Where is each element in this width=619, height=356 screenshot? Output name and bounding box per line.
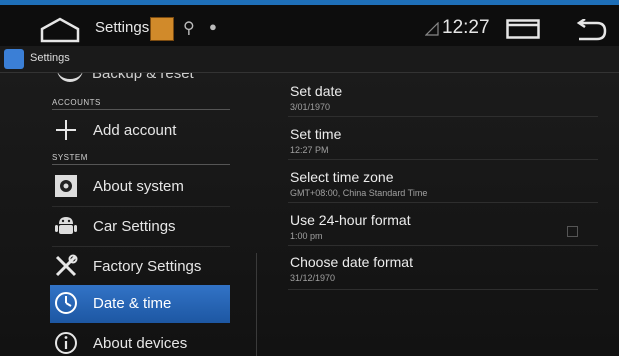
recent-apps-icon[interactable] — [506, 19, 540, 39]
section-accounts: ACCOUNTS — [52, 98, 101, 107]
settings-app-icon — [4, 49, 24, 69]
android-icon — [55, 217, 77, 234]
sidebar-item-label: About system — [93, 178, 184, 195]
sidebar-item-label: Car Settings — [93, 218, 176, 235]
app-name: Settings — [30, 52, 70, 64]
signal-icon — [425, 22, 439, 36]
status-title: Settings — [95, 19, 150, 36]
sidebar-item-label: Add account — [93, 122, 177, 139]
app-bar: Settings — [0, 46, 619, 73]
setting-title: Select time zone — [290, 169, 394, 185]
setting-choose-date-format[interactable]: Choose date format 31/12/1970 — [290, 254, 598, 283]
sidebar-item-add-account[interactable]: Add account — [52, 113, 230, 149]
clock-icon — [55, 292, 77, 314]
sidebar-item-backup-reset[interactable]: Backup & reset — [92, 73, 194, 82]
tools-icon — [55, 254, 78, 277]
section-divider — [52, 109, 230, 110]
setting-title: Use 24-hour format — [290, 212, 411, 228]
settings-content: Backup & reset ACCOUNTS Add account SYST… — [0, 73, 619, 356]
setting-title: Set date — [290, 83, 343, 99]
settings-categories[interactable]: Backup & reset ACCOUNTS Add account SYST… — [0, 73, 258, 356]
android-debug-icon: ● — [209, 19, 217, 34]
setting-summary: 3/01/1970 — [290, 102, 331, 112]
sidebar-item-label: About devices — [93, 335, 188, 352]
usb-icon: ⚲ — [183, 20, 195, 37]
setting-summary: 31/12/1970 — [290, 273, 336, 283]
row-divider — [288, 116, 598, 117]
settings-notification-icon — [150, 17, 174, 41]
row-divider — [288, 159, 598, 160]
row-divider — [288, 245, 598, 246]
sidebar-item-label: Date & time — [93, 295, 172, 312]
info-icon — [55, 332, 77, 354]
row-divider — [52, 246, 230, 247]
sidebar-item-date-time[interactable]: Date & time — [50, 285, 230, 323]
setting-summary: 12:27 PM — [290, 145, 329, 155]
section-divider — [52, 164, 230, 165]
setting-summary: 1:00 pm — [290, 231, 323, 241]
status-clock: 12:27 — [442, 17, 490, 38]
date-time-settings: Set date 3/01/1970 Set time 12:27 PM Sel… — [288, 73, 598, 356]
setting-set-time[interactable]: Set time 12:27 PM — [290, 126, 598, 155]
setting-select-time-zone[interactable]: Select time zone GMT+08:00, China Standa… — [290, 169, 598, 198]
home-icon[interactable] — [40, 17, 80, 43]
pane-divider — [256, 253, 257, 356]
setting-set-date[interactable]: Set date 3/01/1970 — [290, 83, 598, 112]
24-hour-checkbox[interactable] — [567, 226, 578, 237]
sidebar-item-about-devices[interactable]: About devices — [52, 326, 230, 356]
status-bar: Settings ⚲ ● 12:27 — [0, 0, 619, 46]
row-divider — [52, 206, 230, 207]
setting-title: Choose date format — [290, 254, 413, 270]
sidebar-item-car-settings[interactable]: Car Settings — [52, 209, 230, 245]
sidebar-item-label: Factory Settings — [93, 258, 202, 275]
sidebar-item-about-system[interactable]: About system — [52, 169, 230, 205]
backup-icon — [57, 73, 83, 82]
section-system: SYSTEM — [52, 153, 88, 162]
setting-use-24-hour-format[interactable]: Use 24-hour format 1:00 pm — [290, 212, 598, 241]
row-divider — [288, 202, 598, 203]
back-icon[interactable] — [575, 19, 607, 41]
plus-icon — [56, 120, 76, 140]
setting-title: Set time — [290, 126, 342, 142]
gear-icon — [55, 175, 77, 197]
row-divider — [288, 289, 598, 290]
sidebar-item-factory-settings[interactable]: Factory Settings — [52, 249, 230, 285]
setting-summary: GMT+08:00, China Standard Time — [290, 188, 428, 198]
